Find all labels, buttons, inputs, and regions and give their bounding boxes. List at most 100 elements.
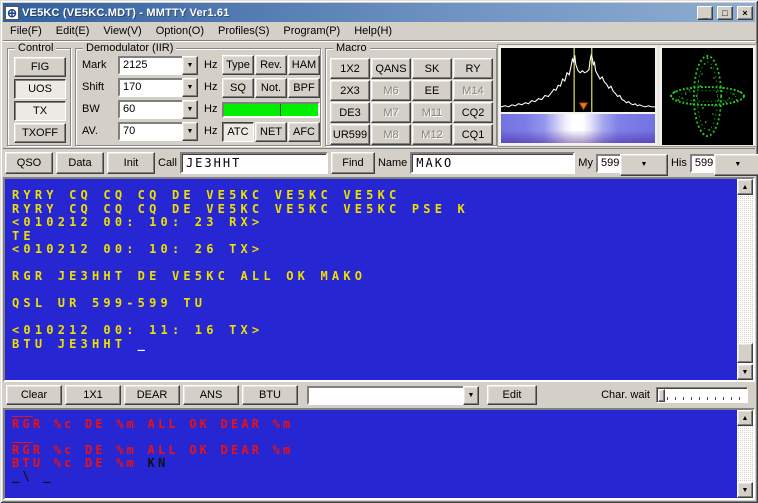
char-wait-slider[interactable]	[656, 387, 748, 403]
rev-button[interactable]: Rev.	[255, 55, 287, 75]
qso-bar: QSO Data Init Call Find Name My 599 ▼ Hi…	[3, 149, 755, 177]
macro-select-dropdown-button[interactable]: ▼	[463, 386, 479, 405]
init-button[interactable]: Init	[107, 152, 155, 174]
tx-button[interactable]: TX	[14, 101, 66, 121]
level-bar-tick	[280, 104, 281, 116]
tx-window[interactable]: RGR %c DE %m ALL OK DEAR %m RGR %c DE %m…	[3, 408, 755, 500]
name-input[interactable]	[410, 152, 575, 174]
rx-line	[12, 284, 729, 298]
tx-scrollbar[interactable]: ▲ ▼	[737, 410, 753, 498]
not-button[interactable]: Not.	[255, 78, 287, 98]
scroll-up-button[interactable]: ▲	[737, 179, 753, 195]
tx-line: RGR %c DE %m ALL OK DEAR %m	[12, 418, 729, 431]
menu-item-program[interactable]: Program(P)	[276, 23, 347, 39]
tx-line: BTU %c DE %m KN	[12, 457, 729, 470]
macro-button-m14[interactable]: M14	[453, 80, 493, 101]
shift-hz-label: Hz	[204, 81, 217, 93]
his-rst-combo[interactable]: 599 ▼	[690, 154, 758, 173]
macro-button-m12[interactable]: M12	[412, 124, 452, 145]
macro-button-m6[interactable]: M6	[371, 80, 411, 101]
my-rst-combo[interactable]: 599 ▼	[596, 154, 668, 173]
demodulator-group-label: Demodulator (IIR)	[83, 42, 176, 54]
rx-scrollbar[interactable]: ▲ ▼	[737, 179, 753, 380]
qso-button[interactable]: QSO	[5, 152, 53, 174]
rx-scrollbar-thumb[interactable]	[737, 343, 753, 363]
mark-combo[interactable]: 2125 ▼	[118, 56, 198, 75]
window-title: VE5KC (VE5KC.MDT) - MMTTY Ver1.61	[22, 7, 693, 19]
uos-button[interactable]: UOS	[14, 79, 66, 99]
spectrum-display[interactable]	[499, 46, 657, 145]
macro-button-qans[interactable]: QANS	[371, 58, 411, 79]
find-button[interactable]: Find	[331, 152, 375, 174]
macro-button-ur599[interactable]: UR599	[330, 124, 370, 145]
char-wait-slider-thumb[interactable]	[658, 389, 665, 402]
type-button[interactable]: Type	[222, 55, 254, 75]
rx-cursor: _	[138, 337, 149, 351]
btu-button[interactable]: BTU	[242, 385, 298, 405]
call-input[interactable]	[180, 152, 328, 174]
menu-item-help[interactable]: Help(H)	[347, 23, 399, 39]
atc-button[interactable]: ATC	[222, 122, 254, 142]
scroll-down-button[interactable]: ▼	[737, 482, 753, 498]
title-bar[interactable]: ⊕ VE5KC (VE5KC.MDT) - MMTTY Ver1.61 _ □ …	[3, 3, 755, 22]
macro-button-m7[interactable]: M7	[371, 102, 411, 123]
mmtty-window: ⊕ VE5KC (VE5KC.MDT) - MMTTY Ver1.61 _ □ …	[0, 0, 758, 503]
menu-item-edit[interactable]: Edit(E)	[49, 23, 97, 39]
ham-button[interactable]: HAM	[288, 55, 320, 75]
ans-button[interactable]: ANS	[183, 385, 239, 405]
macro-button-m8[interactable]: M8	[371, 124, 411, 145]
fig-button[interactable]: FIG	[14, 57, 66, 77]
my-rst-label: My	[578, 157, 593, 169]
av-dropdown-button[interactable]: ▼	[182, 122, 198, 141]
macro-button-ry[interactable]: RY	[453, 58, 493, 79]
av-combo[interactable]: 70 ▼	[118, 122, 198, 141]
minimize-icon: _	[702, 10, 707, 20]
menu-item-file[interactable]: File(F)	[3, 23, 49, 39]
waterfall-display[interactable]	[501, 114, 655, 143]
macro-button-cq1[interactable]: CQ1	[453, 124, 493, 145]
name-label: Name	[378, 157, 407, 169]
clear-button[interactable]: Clear	[6, 385, 62, 405]
mark-dropdown-button[interactable]: ▼	[182, 56, 198, 75]
macro-button-sk[interactable]: SK	[412, 58, 452, 79]
macro-button-2x3[interactable]: 2X3	[330, 80, 370, 101]
macro-select-combo[interactable]: ▼	[307, 386, 479, 405]
maximize-button[interactable]: □	[717, 6, 733, 20]
macro-button-de3[interactable]: DE3	[330, 102, 370, 123]
tx-text: RGR %c DE %m ALL OK DEAR %m RGR %c DE %m…	[5, 410, 753, 498]
minimize-button[interactable]: _	[697, 6, 713, 20]
menu-item-view[interactable]: View(V)	[96, 23, 148, 39]
bpf-button[interactable]: BPF	[288, 78, 320, 98]
shift-combo[interactable]: 170 ▼	[118, 78, 198, 97]
macro-button-ee[interactable]: EE	[412, 80, 452, 101]
my-rst-dropdown-button[interactable]: ▼	[620, 154, 668, 176]
scroll-down-button[interactable]: ▼	[737, 364, 753, 380]
tx-line-current: _\ _	[12, 470, 729, 483]
scroll-up-button[interactable]: ▲	[737, 410, 753, 426]
data-button[interactable]: Data	[56, 152, 104, 174]
shift-dropdown-button[interactable]: ▼	[182, 78, 198, 97]
av-hz-label: Hz	[204, 125, 217, 137]
sq-button[interactable]: SQ	[222, 78, 254, 98]
net-button[interactable]: NET	[255, 122, 287, 142]
dear-button[interactable]: DEAR	[124, 385, 180, 405]
menu-item-option[interactable]: Option(O)	[149, 23, 211, 39]
afc-button[interactable]: AFC	[288, 122, 320, 142]
txoff-button[interactable]: TXOFF	[14, 123, 66, 143]
tx-cursor: _\ _	[12, 469, 54, 483]
edit-button[interactable]: Edit	[487, 385, 537, 405]
bw-combo[interactable]: 60 ▼	[118, 100, 198, 119]
bw-dropdown-button[interactable]: ▼	[182, 100, 198, 119]
his-rst-label: His	[671, 157, 687, 169]
menu-item-profiles[interactable]: Profiles(S)	[211, 23, 276, 39]
macro-button-1x2[interactable]: 1X2	[330, 58, 370, 79]
close-button[interactable]: ×	[737, 6, 753, 20]
rx-window[interactable]: RYRY CQ CQ CQ DE VE5KC VE5KC VE5KC RYRY …	[3, 177, 755, 382]
macro-button-cq2[interactable]: CQ2	[453, 102, 493, 123]
macro-button-m11[interactable]: M11	[412, 102, 452, 123]
tx-pending-text: R %c DE %m ALL OK DEAR %m	[33, 443, 294, 457]
his-rst-dropdown-button[interactable]: ▼	[714, 154, 758, 176]
tuning-marker-icon	[579, 103, 588, 110]
tx-sent-text: RG	[12, 443, 33, 457]
macro-1x1-button[interactable]: 1X1	[65, 385, 121, 405]
